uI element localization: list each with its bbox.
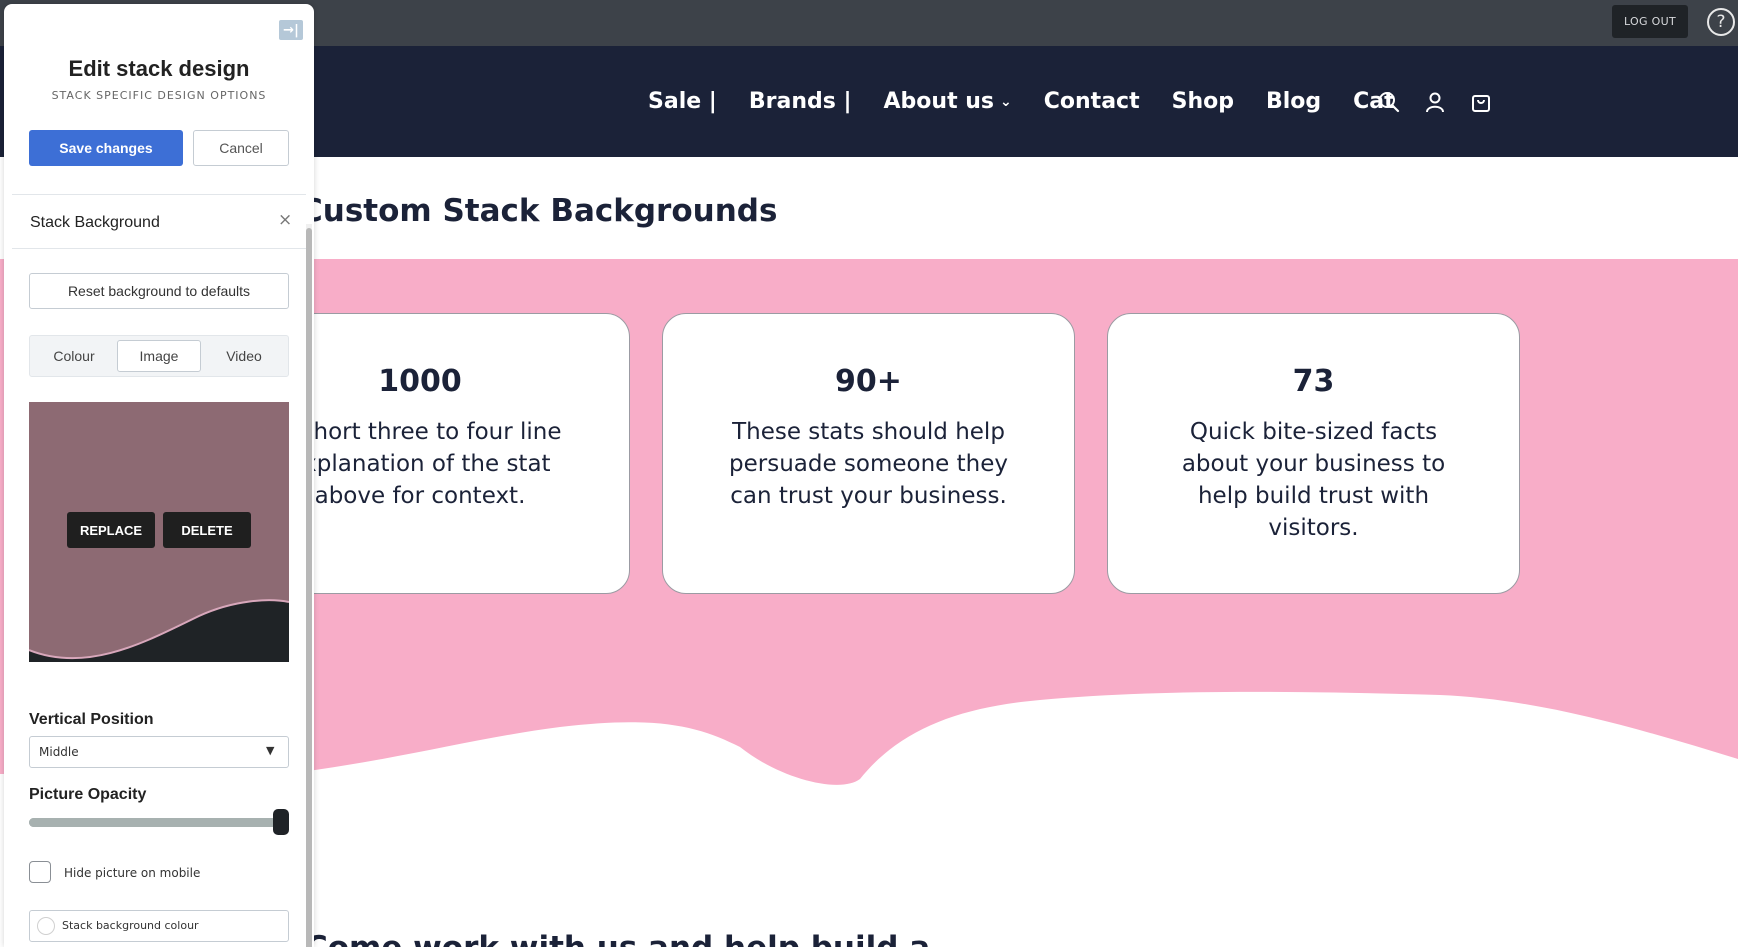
stat-card: 90+ These stats should help persuade som… [662, 313, 1075, 594]
help-icon[interactable]: ? [1707, 8, 1735, 36]
panel-title: Edit stack design [68, 56, 250, 81]
reset-background-button[interactable]: Reset background to defaults [29, 273, 289, 309]
nav-item-label: Contact [1043, 89, 1140, 114]
nav-item-label: Sale | [648, 89, 717, 114]
vertical-position-label: Vertical Position [29, 711, 154, 728]
chevron-down-icon: ⌄ [1000, 93, 1012, 110]
cart-icon[interactable] [1470, 91, 1492, 113]
stack-background-heading: Stack Background [30, 214, 160, 231]
tab-video[interactable]: Video [202, 340, 286, 372]
next-section-heading: Come work with us and help build a [305, 930, 930, 947]
nav-item-label: Brands | [748, 89, 852, 114]
hide-on-mobile-label: Hide picture on mobile [64, 866, 201, 880]
scrollbar-thumb[interactable] [306, 228, 312, 947]
stat-description: These stats should help persuade someone… [729, 419, 1008, 509]
select-value: Middle [39, 745, 79, 759]
nav-item-label: About us [883, 89, 995, 114]
nav-item-sale[interactable]: Sale | [648, 89, 717, 114]
stat-description: Quick bite-sized facts about your busine… [1181, 419, 1446, 541]
nav-item-shop[interactable]: Shop [1172, 89, 1234, 114]
stat-description: A short three to four line explanation o… [278, 419, 562, 509]
nav-item-label: Shop [1171, 89, 1234, 114]
slider-handle[interactable] [273, 809, 289, 835]
background-type-tabs: Colour Image Video [29, 335, 289, 377]
close-icon[interactable]: × [278, 210, 292, 230]
vertical-position-select[interactable]: Middle ▼ [29, 736, 289, 768]
stat-value: 90+ [835, 364, 902, 399]
slider-fill [29, 818, 279, 827]
delete-image-button[interactable]: DELETE [163, 512, 251, 548]
edit-stack-design-panel: →| Edit stack design STACK SPECIFIC DESI… [4, 4, 314, 947]
colour-field-label: Stack background colour [62, 919, 199, 932]
tab-image[interactable]: Image [117, 340, 201, 372]
stat-card: 73 Quick bite-sized facts about your bus… [1107, 313, 1520, 594]
nav-item-contact[interactable]: Contact [1044, 89, 1140, 114]
search-icon[interactable] [1378, 91, 1400, 113]
hide-on-mobile-checkbox[interactable] [29, 861, 51, 883]
nav-menu: Sale | Brands | About us ⌄ Contact Shop B… [648, 46, 1395, 157]
collapse-panel-icon[interactable]: →| [279, 20, 303, 40]
nav-item-about-us[interactable]: About us ⌄ [884, 89, 1012, 114]
account-icon[interactable] [1424, 91, 1446, 113]
nav-item-label: Blog [1265, 89, 1322, 114]
section-title: Custom Stack Backgrounds [300, 193, 778, 229]
replace-image-button[interactable]: REPLACE [67, 512, 155, 548]
nav-icons [1378, 46, 1492, 157]
stack-background-colour-field[interactable]: Stack background colour [29, 910, 289, 942]
picture-opacity-label: Picture Opacity [29, 786, 147, 803]
nav-item-brands[interactable]: Brands | [749, 89, 852, 114]
nav-item-blog[interactable]: Blog [1266, 89, 1321, 114]
caret-down-icon: ▼ [266, 744, 275, 757]
logout-button[interactable]: LOG OUT [1612, 5, 1688, 38]
tab-colour[interactable]: Colour [32, 340, 116, 372]
cancel-button[interactable]: Cancel [193, 130, 289, 166]
panel-subtitle: STACK SPECIFIC DESIGN OPTIONS [51, 89, 267, 102]
stat-value: 73 [1292, 364, 1335, 399]
colour-swatch[interactable] [37, 917, 55, 935]
divider [12, 248, 306, 249]
save-changes-button[interactable]: Save changes [29, 130, 183, 166]
picture-opacity-slider[interactable] [29, 809, 289, 835]
